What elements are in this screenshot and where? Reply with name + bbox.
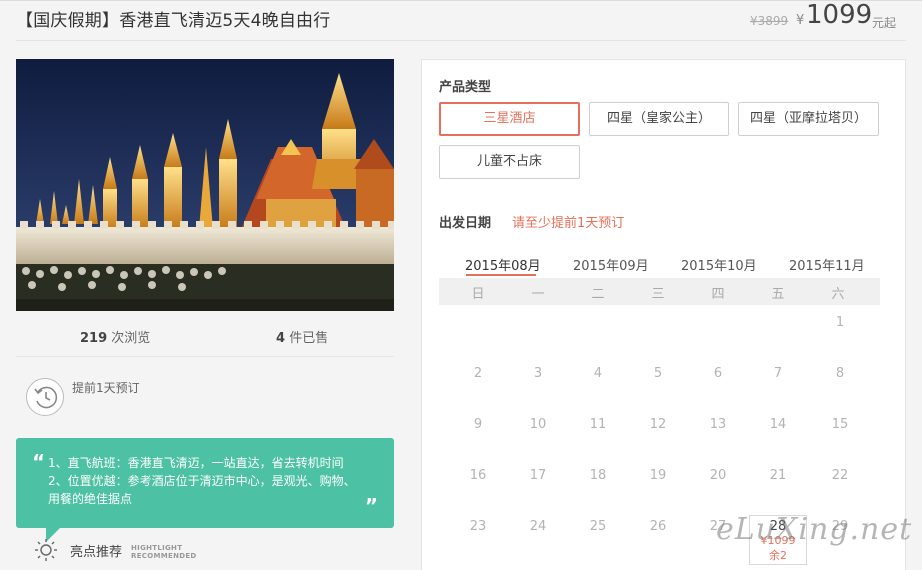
- weekday-header: 日 一 二 三 四 五 六: [439, 278, 880, 305]
- calendar-day: 24: [529, 519, 547, 534]
- option-four-star-amora[interactable]: 四星（亚摩拉塔贝）: [738, 102, 879, 136]
- calendar-day: 7: [773, 366, 783, 381]
- product-type-label: 产品类型: [439, 80, 492, 95]
- product-stats: 219 次浏览 4 件已售: [16, 320, 394, 350]
- temple-night-photo: [16, 59, 394, 311]
- calendar-day: 5: [653, 366, 663, 381]
- departure-hint: 请至少提前1天预订: [512, 216, 625, 231]
- available-day-remaining: 余2: [769, 549, 787, 562]
- open-quote: “: [32, 450, 46, 474]
- views-count: 219: [80, 331, 108, 346]
- highlight-label-en: HIGHTLIGHT RECOMMENDED: [131, 544, 197, 560]
- top-border: [0, 0, 922, 1]
- calendar-day: 21: [769, 468, 787, 483]
- header-divider: [16, 40, 906, 41]
- calendar-day: 15: [831, 417, 849, 432]
- departure-date-label: 出发日期: [439, 216, 492, 231]
- calendar-day: 10: [529, 417, 547, 432]
- calendar-day: 11: [589, 417, 607, 432]
- views-stat: 219 次浏览: [80, 327, 150, 346]
- option-four-star-royal-princess[interactable]: 四星（皇家公主）: [589, 102, 729, 136]
- tab-month-nov[interactable]: 2015年11月: [789, 255, 865, 274]
- watermark: eLuXing.net: [716, 512, 913, 547]
- sold-count: 4: [276, 331, 286, 346]
- clock-icon: [26, 378, 64, 416]
- calendar-day: 13: [709, 417, 727, 432]
- calendar-day: 22: [831, 468, 849, 483]
- calendar-day: 1: [835, 315, 845, 330]
- weekday-sat: 六: [831, 287, 845, 302]
- calendar-day: 12: [649, 417, 667, 432]
- calendar-day: 18: [589, 468, 607, 483]
- stats-divider: [16, 356, 394, 357]
- sun-icon: [34, 538, 58, 566]
- calendar-day: 6: [713, 366, 723, 381]
- calendar-day: 20: [709, 468, 727, 483]
- sold-label: 件已售: [289, 331, 329, 346]
- calendar-day: 14: [769, 417, 787, 432]
- calendar-day: 9: [473, 417, 483, 432]
- booking-text: 提前1天预订: [72, 381, 140, 395]
- sold-stat: 4 件已售: [276, 327, 328, 346]
- current-price: 1099: [806, 0, 873, 30]
- close-quote: ”: [364, 494, 378, 518]
- calendar-day: 25: [589, 519, 607, 534]
- tab-month-aug[interactable]: 2015年08月: [465, 255, 541, 274]
- highlight-line-1: 1、直飞航班：香港直飞清迈，一站直达，省去转机时间: [48, 456, 344, 470]
- tab-month-sep[interactable]: 2015年09月: [573, 255, 649, 274]
- weekday-thu: 四: [711, 287, 725, 302]
- calendar-day: 19: [649, 468, 667, 483]
- weekday-wed: 三: [651, 287, 665, 302]
- original-price: ¥3899: [750, 14, 789, 28]
- highlight-line-3: 用餐的绝佳据点: [48, 492, 133, 506]
- page-title: 【国庆假期】香港直飞清迈5天4晚自由行: [16, 11, 331, 31]
- price-unit: 元起: [872, 16, 897, 30]
- calendar-day: 2: [473, 366, 483, 381]
- highlight-line-2: 2、位置优越：参考酒店位于清迈市中心，是观光、购物、: [48, 474, 356, 488]
- option-child-no-bed[interactable]: 儿童不占床: [439, 145, 580, 179]
- weekday-sun: 日: [471, 287, 485, 302]
- product-photo[interactable]: [16, 59, 394, 311]
- calendar-day: 8: [835, 366, 845, 381]
- calendar-day: 16: [469, 468, 487, 483]
- weekday-fri: 五: [771, 287, 785, 302]
- calendar-day: 17: [529, 468, 547, 483]
- option-three-star[interactable]: 三星酒店: [439, 102, 580, 136]
- weekday-tue: 二: [591, 287, 605, 302]
- highlight-label: 亮点推荐: [70, 545, 123, 560]
- active-month-indicator: [466, 274, 536, 276]
- calendar-day: 3: [533, 366, 543, 381]
- calendar-day: 4: [593, 366, 603, 381]
- calendar-day: 23: [469, 519, 487, 534]
- booking-panel: 产品类型 三星酒店 四星（皇家公主） 四星（亚摩拉塔贝） 儿童不占床 出发日期 …: [421, 59, 906, 570]
- calendar-day: 26: [649, 519, 667, 534]
- weekday-mon: 一: [531, 287, 545, 302]
- tab-month-oct[interactable]: 2015年10月: [681, 255, 757, 274]
- currency-symbol: ¥: [796, 13, 805, 28]
- views-label: 次浏览: [111, 331, 151, 346]
- highlight-box: “ 1、直飞航班：香港直飞清迈，一站直达，省去转机时间 2、位置优越：参考酒店位…: [16, 438, 394, 528]
